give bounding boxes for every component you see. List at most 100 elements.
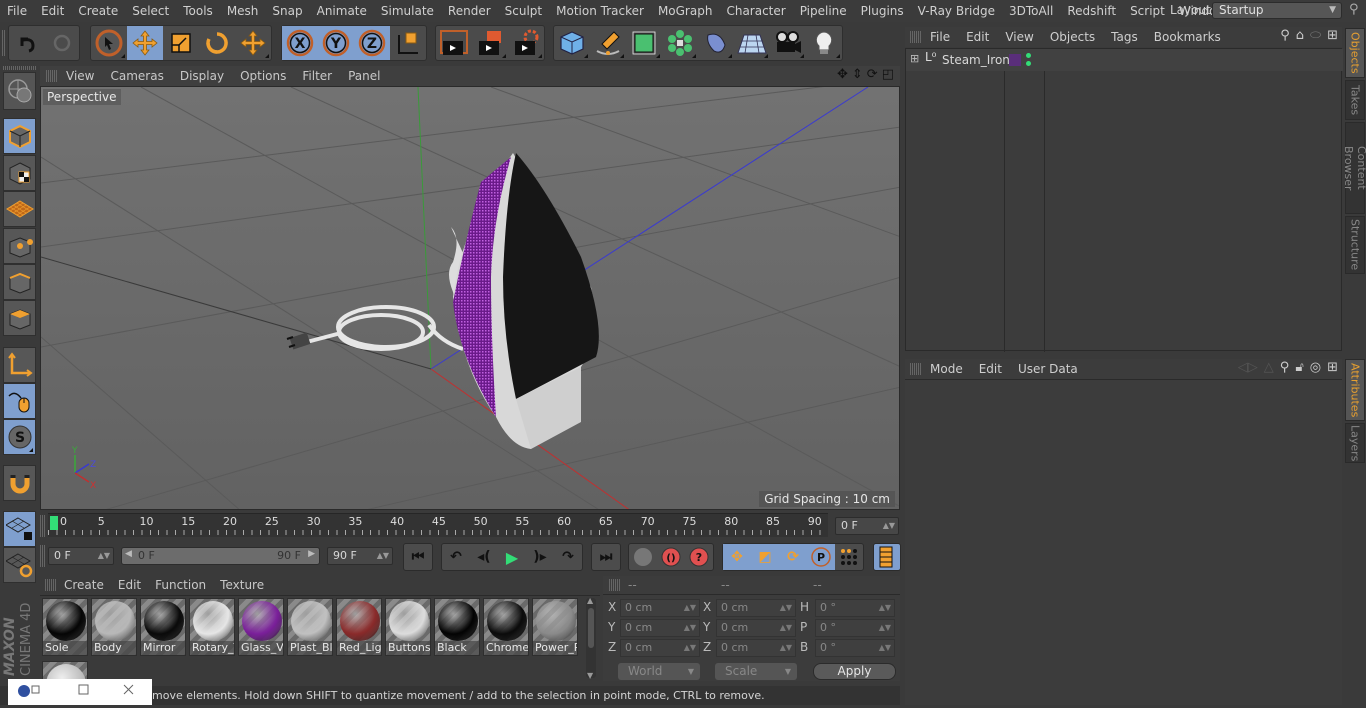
key-position-button[interactable]: ✥ xyxy=(723,544,751,570)
menu-character[interactable]: Character xyxy=(719,4,792,18)
spinner-icon[interactable]: ▲▼ xyxy=(879,640,891,656)
render-settings-button[interactable] xyxy=(508,26,544,60)
start-frame-field[interactable]: 0 F ▲▼ xyxy=(48,547,114,565)
timeline-ruler[interactable]: 0 5 10 15 20 25 30 35 40 45 50 55 60 65 70 75 80 85 90 xyxy=(48,513,828,537)
viewport-menu-view[interactable]: View xyxy=(58,69,102,83)
material-swatch[interactable]: Rotary_T xyxy=(189,598,235,656)
key-pla-button[interactable] xyxy=(835,544,863,570)
spinner-icon[interactable]: ▲▼ xyxy=(780,640,792,656)
menu-motion-tracker[interactable]: Motion Tracker xyxy=(549,4,651,18)
attributes-search-icon[interactable]: ⚲ xyxy=(1280,360,1290,375)
next-frame-button[interactable]: )▸ xyxy=(526,544,554,570)
menu-file[interactable]: File xyxy=(0,4,34,18)
render-visibility-dot[interactable] xyxy=(1026,61,1031,66)
key-rotation-button[interactable]: ⟳ xyxy=(779,544,807,570)
objects-menu-tags[interactable]: Tags xyxy=(1103,30,1146,44)
menu-3dtoall[interactable]: 3DToAll xyxy=(1002,4,1060,18)
target-icon[interactable]: ◎ xyxy=(1310,360,1321,375)
3d-viewport[interactable]: Y Z X Perspective Grid Spacing : 10 cm xyxy=(40,86,900,510)
scale-tool-button[interactable] xyxy=(163,26,199,60)
menu-script[interactable]: Script xyxy=(1123,4,1172,18)
menu-animate[interactable]: Animate xyxy=(310,4,374,18)
new-panel-icon[interactable]: ⊞ xyxy=(1327,28,1338,43)
undo-button[interactable] xyxy=(9,26,44,60)
add-cube-button[interactable] xyxy=(554,26,590,60)
coord-field[interactable]: 0 cm ▲▼ xyxy=(620,599,700,617)
material-swatch[interactable]: Body xyxy=(91,598,137,656)
render-picture-viewer-button[interactable] xyxy=(472,26,508,60)
material-scrollbar[interactable]: ▲ ▼ xyxy=(586,596,596,680)
viewport-menu-cameras[interactable]: Cameras xyxy=(102,69,171,83)
spinner-icon[interactable]: ▲▼ xyxy=(684,600,696,616)
material-grip[interactable] xyxy=(45,579,57,591)
keyframe-selection-button[interactable]: ? xyxy=(685,544,713,570)
add-cloner-button[interactable] xyxy=(662,26,698,60)
add-floor-button[interactable] xyxy=(734,26,770,60)
snapping-button[interactable]: S xyxy=(3,419,36,455)
spinner-icon[interactable]: ▲▼ xyxy=(879,600,891,616)
edges-mode-button[interactable] xyxy=(3,264,36,300)
back-arrow-icon[interactable]: ◁▷ xyxy=(1238,360,1258,375)
prev-key-button[interactable]: ↶ xyxy=(442,544,470,570)
material-menu-edit[interactable]: Edit xyxy=(111,578,148,592)
add-pen-button[interactable] xyxy=(590,26,626,60)
viewport-pan-icon[interactable]: ✥ xyxy=(837,67,848,82)
menu-redshift[interactable]: Redshift xyxy=(1060,4,1123,18)
spinner-icon[interactable]: ▲▼ xyxy=(879,620,891,636)
viewport-menu-display[interactable]: Display xyxy=(172,69,232,83)
lock-workplane-button[interactable] xyxy=(3,511,36,547)
key-scale-button[interactable]: ◩ xyxy=(751,544,779,570)
scroll-down-icon[interactable]: ▼ xyxy=(587,671,593,680)
goto-end-button[interactable]: ⏭ xyxy=(592,544,620,570)
menu-snap[interactable]: Snap xyxy=(265,4,309,18)
editor-visibility-dot[interactable] xyxy=(1026,53,1031,58)
coord-field[interactable]: 0 cm ▲▼ xyxy=(716,639,796,657)
render-view-button[interactable] xyxy=(436,26,472,60)
toolbar-grip[interactable] xyxy=(2,30,6,56)
menu-simulate[interactable]: Simulate xyxy=(374,4,441,18)
tab-objects[interactable]: Objects xyxy=(1345,28,1365,78)
spinner-icon[interactable]: ▲▼ xyxy=(780,620,792,636)
record-keys-button[interactable] xyxy=(629,544,657,570)
make-editable-button[interactable] xyxy=(3,72,36,110)
move-tool-button[interactable] xyxy=(127,26,163,60)
transport-grip[interactable] xyxy=(40,545,45,567)
menu-select[interactable]: Select xyxy=(125,4,176,18)
layer-color-swatch[interactable] xyxy=(1009,54,1021,66)
coord-field[interactable]: 0 cm ▲▼ xyxy=(716,599,796,617)
eye-icon[interactable]: ⬭ xyxy=(1310,28,1321,43)
rotate-tool-button[interactable] xyxy=(199,26,235,60)
timeline-grip[interactable] xyxy=(40,515,45,537)
spinner-icon[interactable]: ▲▼ xyxy=(684,620,696,636)
material-scroll-thumb[interactable] xyxy=(588,608,594,648)
menu-pipeline[interactable]: Pipeline xyxy=(793,4,854,18)
viewport-maximize-icon[interactable]: ◰ xyxy=(882,67,894,82)
viewport-grip[interactable] xyxy=(46,70,58,82)
tab-layers[interactable]: Layers xyxy=(1345,423,1365,463)
palette-grip[interactable] xyxy=(3,66,37,70)
layout-select[interactable]: Startup ▼ xyxy=(1212,2,1342,19)
menu-plugins[interactable]: Plugins xyxy=(854,4,911,18)
attributes-menu-mode[interactable]: Mode xyxy=(922,362,971,376)
z-axis-lock-button[interactable]: Z xyxy=(354,26,390,60)
object-name[interactable]: Steam_Iron xyxy=(942,53,1010,67)
y-axis-lock-button[interactable]: Y xyxy=(318,26,354,60)
axis-mode-button[interactable] xyxy=(3,347,36,383)
material-swatch[interactable]: Buttons xyxy=(385,598,431,656)
coordinate-mode-dropdown[interactable]: World ▼ xyxy=(618,663,700,680)
tab-content-browser[interactable]: Content Browser xyxy=(1342,122,1366,214)
material-swatch[interactable]: Power_P xyxy=(532,598,578,656)
menu-edit[interactable]: Edit xyxy=(34,4,71,18)
tab-takes[interactable]: Takes xyxy=(1345,80,1365,120)
next-key-button[interactable]: ↷ xyxy=(554,544,582,570)
menu-render[interactable]: Render xyxy=(441,4,498,18)
key-parameter-button[interactable]: P xyxy=(807,544,835,570)
viewport-zoom-icon[interactable]: ⇕ xyxy=(852,67,863,82)
spinner-icon[interactable]: ▲▼ xyxy=(684,640,696,656)
magnet-tool-button[interactable] xyxy=(3,465,36,501)
coord-field[interactable]: 0 cm ▲▼ xyxy=(716,619,796,637)
attributes-menu-user-data[interactable]: User Data xyxy=(1010,362,1086,376)
coord-field[interactable]: 0 ° ▲▼ xyxy=(815,599,895,617)
play-button[interactable]: ▶ xyxy=(498,544,526,570)
lock-icon[interactable]: 🔓︎ xyxy=(1295,360,1303,375)
